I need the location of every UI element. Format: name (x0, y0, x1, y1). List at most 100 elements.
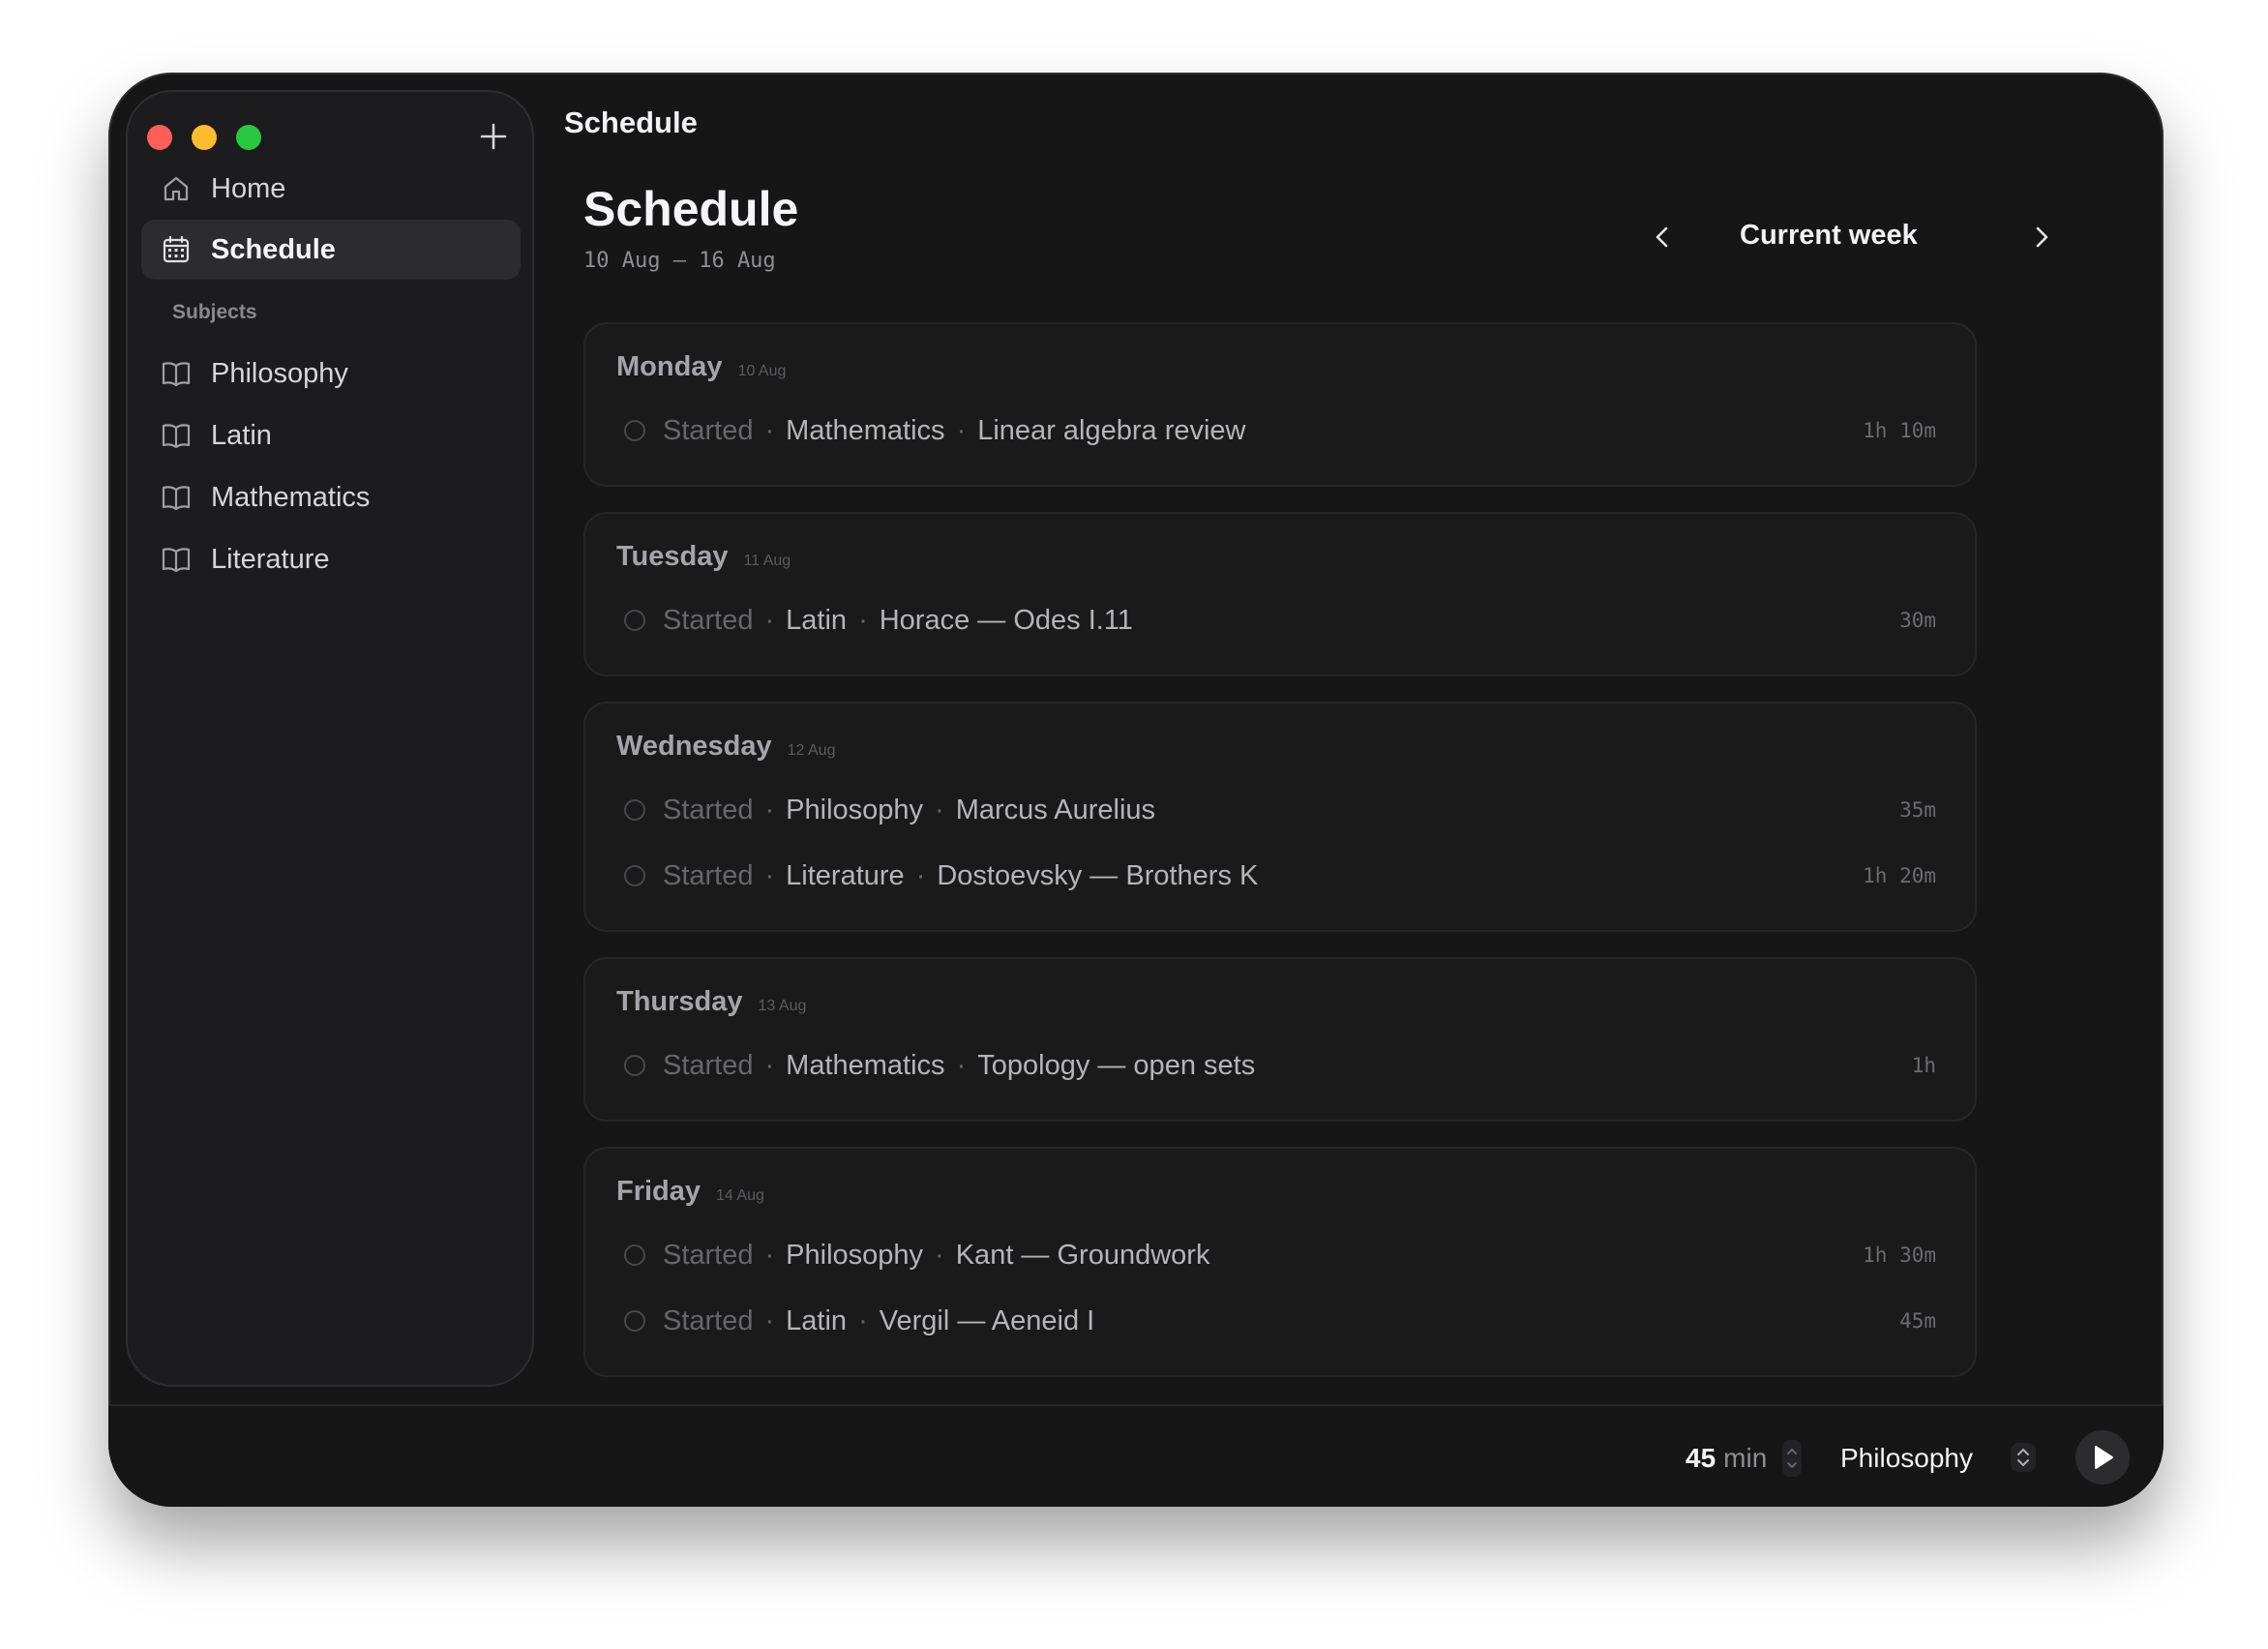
book-icon (162, 548, 191, 573)
task-subject: Philosophy (786, 1239, 924, 1271)
separator: · (764, 1239, 775, 1271)
separator: · (858, 604, 868, 636)
bottom-bar: 45 min Philosophy (108, 1404, 2164, 1507)
task-checkbox[interactable] (624, 799, 645, 821)
book-icon (162, 362, 191, 387)
task-title: Vergil — Aeneid I (879, 1304, 1095, 1336)
task-status: Started (663, 414, 754, 446)
minutes-unit: min (1723, 1443, 1768, 1473)
separator: · (764, 604, 775, 636)
task-checkbox[interactable] (624, 1244, 645, 1266)
zoom-window-button[interactable] (236, 125, 261, 150)
day-name: Wednesday (616, 731, 772, 762)
task-title: Horace — Odes I.11 (879, 604, 1133, 636)
separator: · (956, 414, 967, 446)
task-subject: Latin (786, 604, 848, 636)
sidebar-item-latin[interactable]: Latin (141, 405, 521, 465)
day-card-tuesday: Tuesday 11 Aug Started · Latin · Horace … (583, 512, 1977, 676)
sidebar-item-mathematics[interactable]: Mathematics (141, 467, 521, 527)
task-title: Topology — open sets (977, 1049, 1256, 1081)
task-status: Started (663, 1049, 754, 1081)
separator: · (858, 1304, 868, 1336)
subjects-section-label: Subjects (172, 301, 257, 323)
play-button[interactable] (2075, 1430, 2130, 1484)
day-date: 12 Aug (787, 742, 836, 759)
day-date: 13 Aug (758, 998, 807, 1014)
chevron-right-icon[interactable] (2026, 222, 2057, 253)
window-title: Schedule (564, 105, 698, 139)
minimize-window-button[interactable] (192, 125, 217, 150)
sidebar-item-label: Philosophy (211, 357, 348, 389)
task-subject: Latin (786, 1304, 848, 1336)
sidebar-item-label: Schedule (211, 233, 336, 265)
task-subject: Literature (786, 859, 905, 891)
sidebar-item-home[interactable]: Home (141, 159, 521, 219)
plus-icon[interactable] (478, 121, 509, 152)
day-card-wednesday: Wednesday 12 Aug Started · Philosophy · … (583, 702, 1977, 932)
task-row[interactable]: Started · Philosophy · Marcus Aurelius 3… (624, 791, 1936, 829)
subject-select[interactable]: Philosophy (1840, 1443, 1973, 1474)
task-checkbox[interactable] (624, 420, 645, 441)
play-icon (2095, 1446, 2113, 1469)
chevron-left-icon[interactable] (1647, 222, 1678, 253)
task-duration: 1h 30m (1863, 1244, 1936, 1267)
task-row[interactable]: Started · Latin · Horace — Odes I.11 30m (624, 601, 1936, 640)
sidebar-item-schedule[interactable]: Schedule (141, 220, 521, 280)
task-duration: 30m (1899, 609, 1936, 632)
task-status: Started (663, 604, 754, 636)
week-label[interactable]: Current week (1740, 220, 1918, 252)
task-status: Started (663, 1304, 754, 1336)
separator: · (764, 794, 775, 825)
book-icon (162, 424, 191, 449)
day-date: 14 Aug (716, 1187, 764, 1204)
week-navigation: Current week (1647, 208, 2082, 266)
task-title: Kant — Groundwork (955, 1239, 1210, 1271)
sidebar-item-label: Latin (211, 419, 272, 451)
close-window-button[interactable] (147, 125, 172, 150)
day-name: Monday (616, 351, 723, 382)
day-name: Friday (616, 1176, 701, 1207)
task-row[interactable]: Started · Literature · Dostoevsky — Brot… (624, 856, 1936, 895)
separator: · (935, 1239, 944, 1271)
stepper-icon[interactable] (1781, 1439, 1803, 1478)
separator: · (915, 859, 926, 891)
sidebar-item-literature[interactable]: Literature (141, 529, 521, 589)
day-card-friday: Friday 14 Aug Started · Philosophy · Kan… (583, 1147, 1977, 1377)
day-card-thursday: Thursday 13 Aug Started · Mathematics · … (583, 957, 1977, 1122)
page-title: Schedule (583, 182, 799, 236)
task-title: Marcus Aurelius (955, 794, 1156, 825)
task-row[interactable]: Started · Philosophy · Kant — Groundwork… (624, 1236, 1936, 1274)
task-row[interactable]: Started · Latin · Vergil — Aeneid I 45m (624, 1302, 1936, 1340)
task-row[interactable]: Started · Mathematics · Topology — open … (624, 1046, 1936, 1085)
day-date: 11 Aug (743, 553, 791, 569)
task-subject: Mathematics (786, 414, 945, 446)
task-status: Started (663, 1239, 754, 1271)
separator: · (956, 1049, 967, 1081)
task-checkbox[interactable] (624, 865, 645, 886)
minutes-field[interactable]: 45 min (1686, 1443, 1767, 1474)
chevron-up-down-icon[interactable] (2011, 1441, 2036, 1474)
calendar-icon (163, 235, 190, 263)
date-range: 10 Aug – 16 Aug (583, 249, 776, 273)
day-date: 10 Aug (737, 363, 787, 379)
sidebar: Home Schedule Subjects Philosophy Latin … (126, 90, 534, 1387)
separator: · (764, 1304, 775, 1336)
task-subject: Mathematics (786, 1049, 945, 1081)
task-checkbox[interactable] (624, 1310, 645, 1332)
day-name: Thursday (616, 986, 743, 1017)
sidebar-item-philosophy[interactable]: Philosophy (141, 344, 521, 404)
task-title: Dostoevsky — Brothers K (937, 859, 1259, 891)
sidebar-item-label: Home (211, 172, 286, 204)
task-duration: 1h 10m (1863, 419, 1936, 442)
separator: · (764, 859, 775, 891)
day-card-monday: Monday 10 Aug Started · Mathematics · Li… (583, 322, 1977, 487)
task-subject: Philosophy (786, 794, 924, 825)
task-checkbox[interactable] (624, 1055, 645, 1076)
task-row[interactable]: Started · Mathematics · Linear algebra r… (624, 411, 1936, 450)
day-name: Tuesday (616, 541, 729, 572)
task-duration: 45m (1899, 1309, 1936, 1333)
task-duration: 35m (1899, 798, 1936, 822)
task-checkbox[interactable] (624, 610, 645, 631)
separator: · (935, 794, 944, 825)
separator: · (764, 414, 775, 446)
